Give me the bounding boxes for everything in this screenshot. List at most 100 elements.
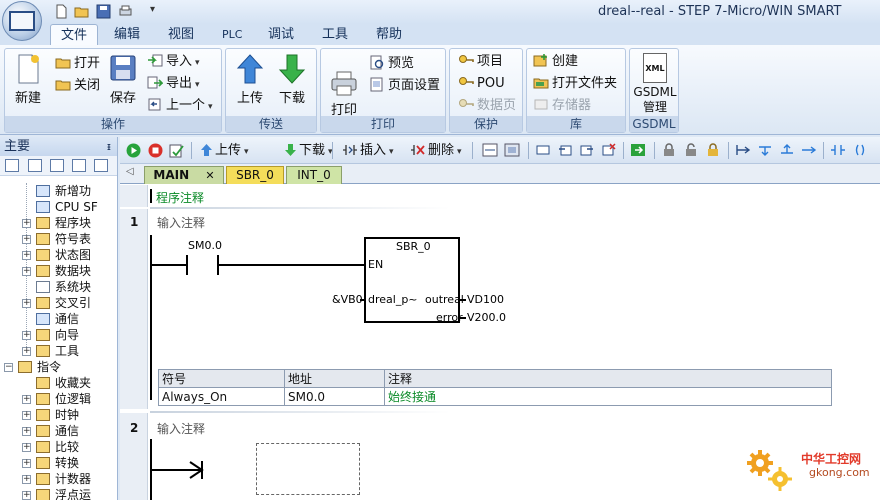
- toolbar-line-button[interactable]: [536, 142, 552, 159]
- protect-data-page-button[interactable]: 数据页: [458, 97, 516, 115]
- tree-view-icon-3[interactable]: [50, 159, 64, 172]
- tree-item[interactable]: − 指令: [0, 359, 118, 375]
- expand-icon[interactable]: +: [22, 347, 31, 356]
- expand-icon[interactable]: +: [22, 427, 31, 436]
- expand-icon[interactable]: +: [22, 251, 31, 260]
- protect-project-button[interactable]: 项目: [458, 53, 503, 71]
- export-button[interactable]: 导出 ▾: [147, 75, 200, 93]
- tree-item[interactable]: 收藏夹: [0, 375, 118, 391]
- tab-sbr0[interactable]: SBR_0: [226, 166, 284, 184]
- toolbar-clear-button[interactable]: [602, 142, 618, 159]
- expand-icon[interactable]: +: [22, 331, 31, 340]
- tree-item[interactable]: + 程序块: [0, 215, 118, 231]
- toolbar-coil-button[interactable]: [852, 142, 870, 159]
- tree-view-icon-1[interactable]: [5, 159, 19, 172]
- toolbar-up-line-button[interactable]: [779, 142, 797, 159]
- tab-plc[interactable]: PLC: [222, 25, 242, 45]
- toolbar-right-line-button[interactable]: [801, 142, 819, 159]
- tree-item[interactable]: + 转换: [0, 455, 118, 471]
- toolbar-bookmark-button[interactable]: [504, 142, 522, 159]
- expand-icon[interactable]: +: [22, 219, 31, 228]
- program-comment[interactable]: 程序注释: [156, 189, 204, 206]
- tree-item[interactable]: 系统块: [0, 279, 118, 295]
- preview-button[interactable]: 预览: [369, 55, 414, 73]
- open-button[interactable]: 打开: [55, 55, 100, 73]
- toolbar-download-button[interactable]: 下载 ▾: [284, 142, 333, 159]
- pin-icon[interactable]: ᵻ: [107, 137, 111, 156]
- tree-item[interactable]: + 向导: [0, 327, 118, 343]
- in-param-value[interactable]: &VB0: [332, 293, 363, 306]
- toolbar-delete-button[interactable]: 删除 ▾: [410, 142, 462, 159]
- open-library-folder-button[interactable]: 打开文件夹: [533, 75, 617, 93]
- tab-file[interactable]: 文件: [50, 24, 99, 46]
- expand-icon[interactable]: +: [22, 459, 31, 468]
- tree-item[interactable]: + 符号表: [0, 231, 118, 247]
- tab-tools[interactable]: 工具: [322, 25, 348, 45]
- address-cell[interactable]: SM0.0: [284, 387, 385, 406]
- comment-cell[interactable]: 始终接通: [384, 387, 832, 406]
- network-1-comment[interactable]: 输入注释: [157, 214, 205, 231]
- tree-item[interactable]: + 浮点运: [0, 487, 118, 500]
- run-icon[interactable]: [126, 143, 141, 158]
- toolbar-unlock-button[interactable]: [684, 142, 700, 159]
- expand-icon[interactable]: +: [22, 443, 31, 452]
- open-folder-icon[interactable]: [74, 4, 89, 19]
- toolbar-lock-button[interactable]: [662, 142, 678, 159]
- network-2-comment[interactable]: 输入注释: [157, 420, 205, 437]
- tab-view[interactable]: 视图: [168, 25, 194, 45]
- page-setup-button[interactable]: 页面设置: [369, 77, 440, 95]
- tree-item[interactable]: + 位逻辑: [0, 391, 118, 407]
- empty-cell-placeholder[interactable]: [256, 443, 360, 495]
- app-menu-button[interactable]: [2, 1, 42, 41]
- print-quick-icon[interactable]: [118, 4, 133, 19]
- tree-item[interactable]: 新增功: [0, 183, 118, 199]
- toolbar-force-button[interactable]: [706, 142, 722, 159]
- save-icon[interactable]: [96, 4, 111, 19]
- quick-access-dropdown-icon[interactable]: ▾: [150, 4, 165, 19]
- toolbar-down-line-button[interactable]: [757, 142, 775, 159]
- print-button[interactable]: 打印: [327, 71, 361, 118]
- protect-pou-button[interactable]: POU: [458, 75, 505, 93]
- new-file-icon[interactable]: [54, 4, 69, 19]
- toolbar-box-button[interactable]: [580, 142, 596, 159]
- close-button[interactable]: 关闭: [55, 77, 100, 95]
- tree-view-icon-2[interactable]: [28, 159, 42, 172]
- expand-icon[interactable]: +: [22, 475, 31, 484]
- save-button[interactable]: 保存: [107, 53, 139, 106]
- tree-view-icon-4[interactable]: [72, 159, 86, 172]
- toolbar-goto-button[interactable]: [558, 142, 574, 159]
- expand-icon[interactable]: +: [22, 491, 31, 500]
- toolbar-contact-button[interactable]: [830, 142, 848, 159]
- contact-left-bar[interactable]: [186, 255, 188, 275]
- compile-icon[interactable]: [169, 143, 185, 158]
- expand-icon[interactable]: +: [22, 235, 31, 244]
- expand-icon[interactable]: +: [22, 299, 31, 308]
- expand-icon[interactable]: +: [22, 267, 31, 276]
- tree-view-icon-5[interactable]: [94, 159, 108, 172]
- toolbar-network-button[interactable]: [482, 142, 500, 159]
- tab-edit[interactable]: 编辑: [114, 25, 140, 45]
- tree-item[interactable]: 通信: [0, 311, 118, 327]
- expand-icon[interactable]: +: [22, 395, 31, 404]
- upload-button[interactable]: 上传: [232, 53, 268, 106]
- collapse-icon[interactable]: −: [4, 363, 13, 372]
- table-row[interactable]: Always_On SM0.0 始终接通: [158, 387, 832, 406]
- toolbar-status-button[interactable]: [630, 142, 648, 159]
- tree-item[interactable]: + 数据块: [0, 263, 118, 279]
- toolbar-branch-button[interactable]: [735, 142, 753, 159]
- import-button[interactable]: 导入 ▾: [147, 53, 200, 71]
- tab-main[interactable]: MAIN ✕: [144, 166, 224, 184]
- tab-scroll-left-icon[interactable]: ◁: [126, 166, 134, 177]
- gsdml-manage-button[interactable]: XML GSDML 管理: [632, 53, 678, 115]
- tree-item[interactable]: + 比较: [0, 439, 118, 455]
- out2-param-value[interactable]: V200.0: [467, 311, 506, 324]
- new-button[interactable]: 新建: [11, 53, 45, 106]
- symbol-cell[interactable]: Always_On: [158, 387, 285, 406]
- tree-item[interactable]: + 通信: [0, 423, 118, 439]
- tree-item[interactable]: + 计数器: [0, 471, 118, 487]
- stop-icon[interactable]: [148, 143, 163, 158]
- tree-item[interactable]: + 交叉引: [0, 295, 118, 311]
- previous-button[interactable]: 上一个 ▾: [147, 97, 213, 115]
- download-button[interactable]: 下载: [274, 53, 310, 106]
- tree-item[interactable]: + 工具: [0, 343, 118, 359]
